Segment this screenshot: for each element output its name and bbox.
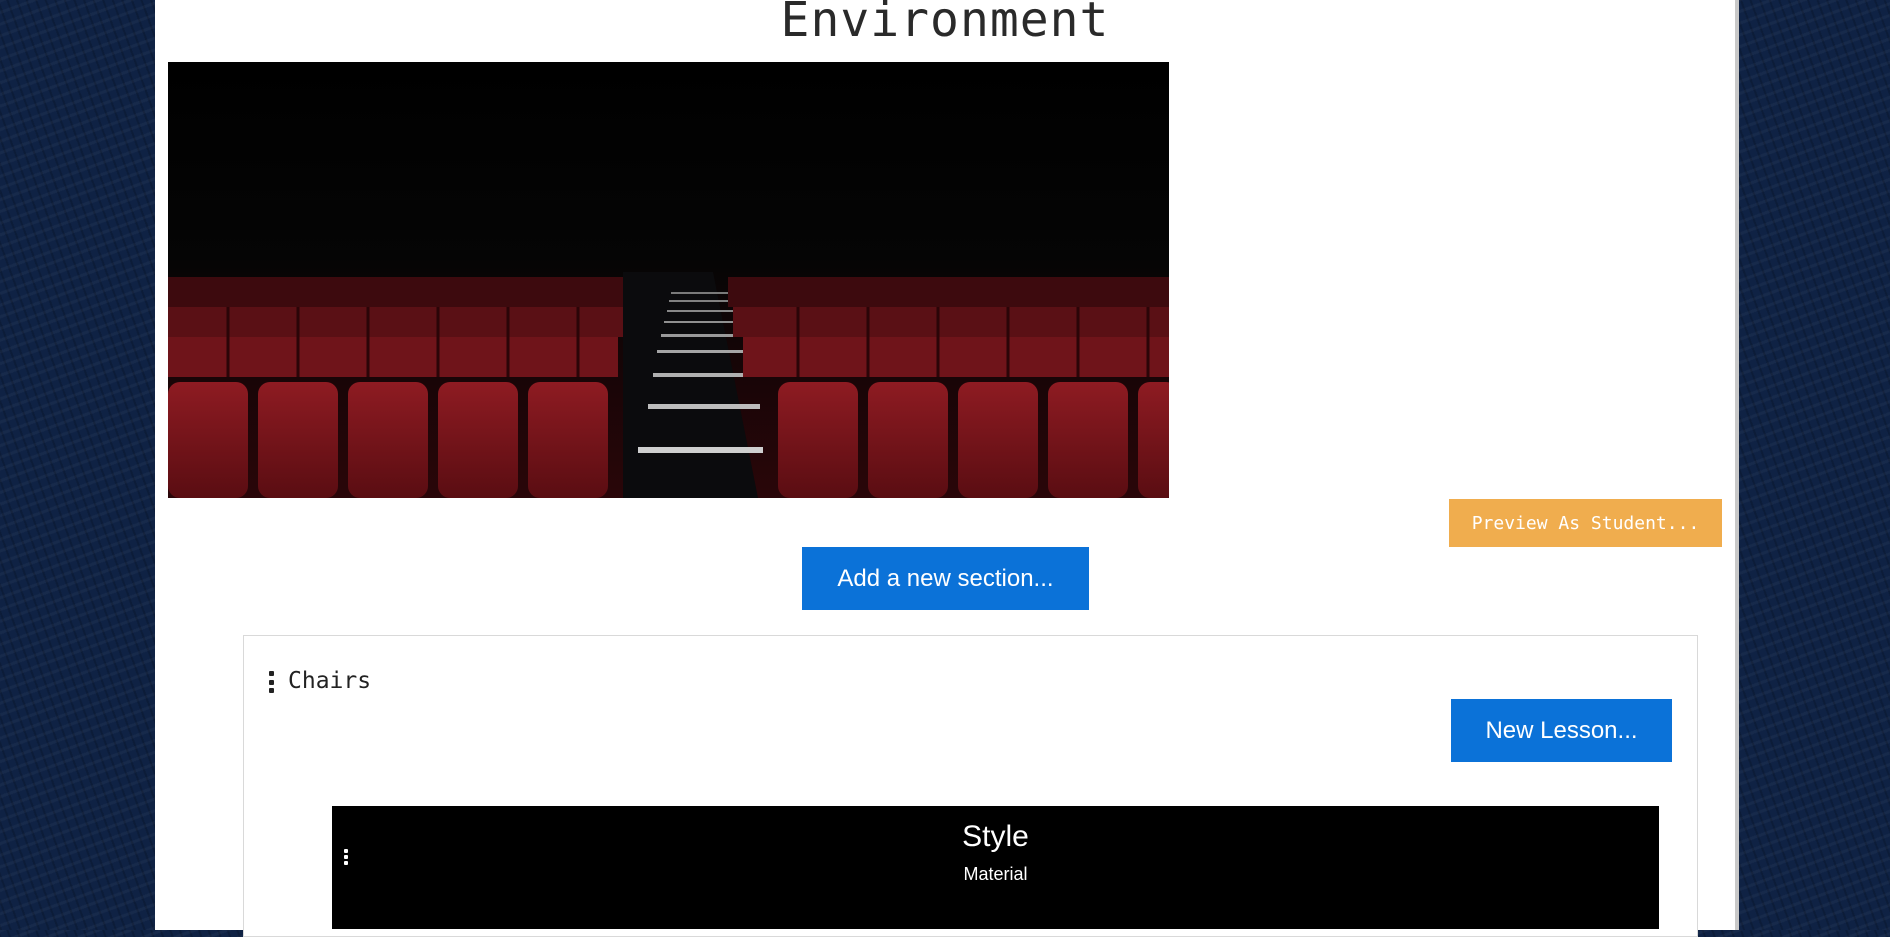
new-lesson-button[interactable]: New Lesson...: [1451, 699, 1672, 762]
lesson-subtitle: Material: [963, 864, 1028, 884]
lesson-title: Style: [962, 820, 1029, 853]
theater-seats-image: [168, 62, 1169, 498]
add-section-button[interactable]: Add a new section...: [802, 547, 1089, 610]
section-title[interactable]: Chairs: [288, 668, 371, 694]
page-border: [1735, 0, 1739, 930]
preview-as-student-button[interactable]: Preview As Student...: [1449, 499, 1722, 547]
course-section: Chairs New Lesson... Style Material: [243, 635, 1698, 937]
page-title: Environment: [780, 0, 1110, 48]
course-page: Environment Preview As Student... Add a …: [155, 0, 1735, 937]
lesson-card[interactable]: Style Material: [332, 806, 1659, 929]
drag-handle-icon[interactable]: [266, 671, 276, 693]
